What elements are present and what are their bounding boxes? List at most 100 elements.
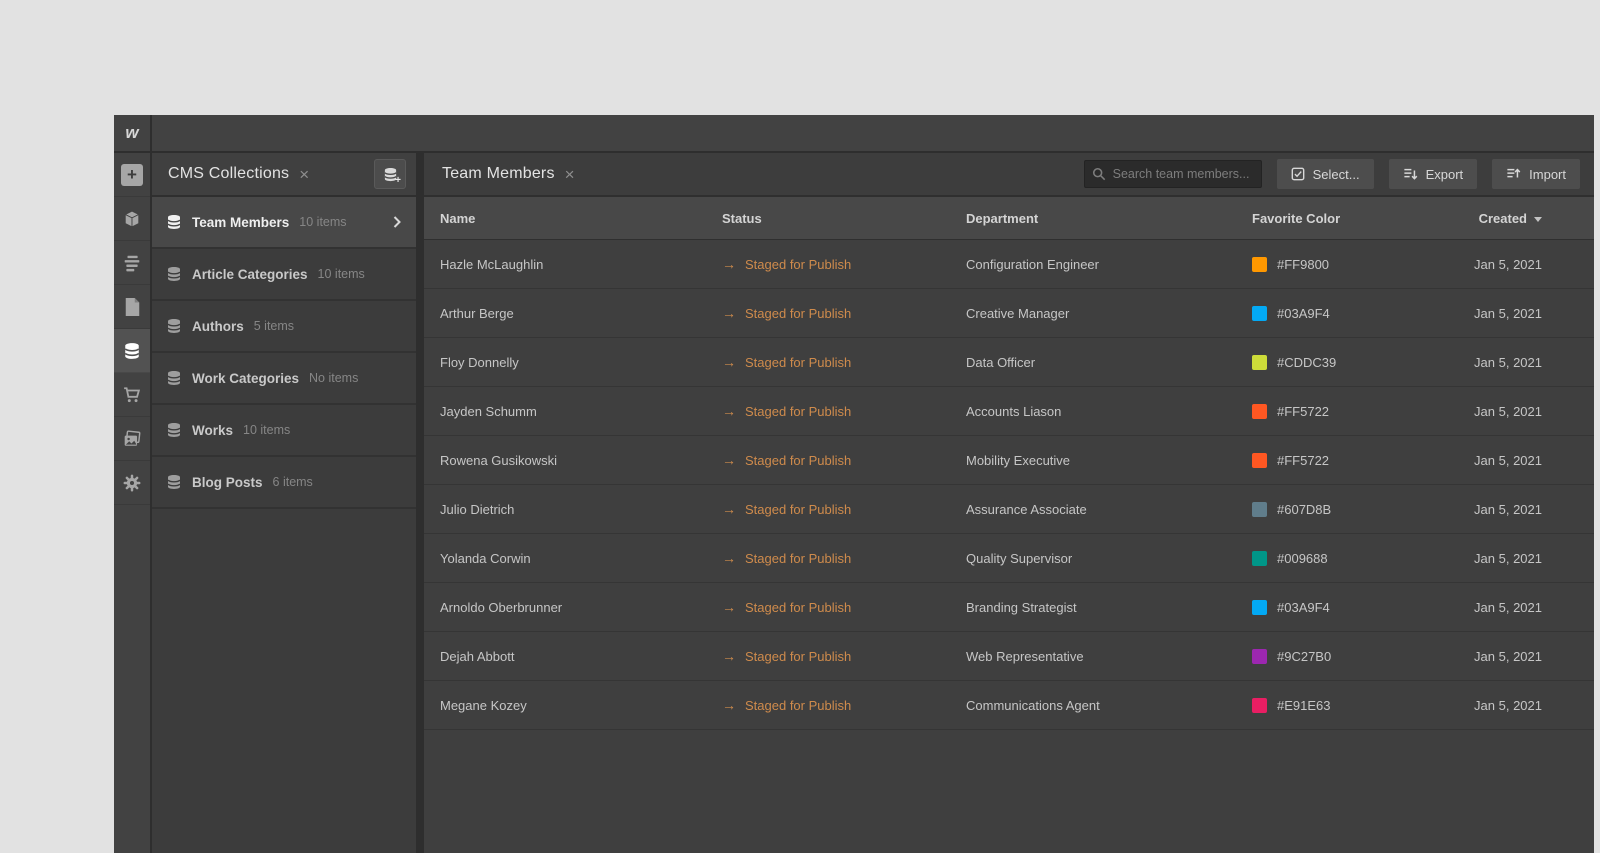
color-swatch [1252,256,1267,272]
member-name: Arthur Berge [440,305,514,321]
collection-item-count: 5 items [253,319,295,333]
add-collection-button[interactable]: + [374,159,406,189]
collection-title: Team Members [442,165,555,182]
color-hex: #FF5722 [1277,452,1330,468]
collection-list-item[interactable]: Team Members 10 items [152,197,416,249]
color-hex: #E91E63 [1277,697,1331,713]
created-date: Jan 5, 2021 [1474,550,1542,566]
components-cube-icon [124,210,140,228]
staged-arrow-icon: → [722,599,736,615]
color-swatch [1252,403,1267,419]
collection-list-item[interactable]: Authors 5 items [152,301,416,353]
member-department: Mobility Executive [966,452,1071,468]
member-name: Megane Kozey [440,697,527,713]
sidebar-item-assets[interactable] [114,417,150,461]
column-header-department[interactable]: Department [966,211,1252,226]
member-name: Julio Dietrich [440,501,515,517]
sidebar-item-components[interactable] [114,197,150,241]
table-row[interactable]: Floy Donnelly → Staged for Publish Data O… [424,338,1594,387]
sort-desc-icon [1534,216,1542,222]
table-row[interactable]: Jayden Schumm → Staged for Publish Accoun… [424,387,1594,436]
member-name: Yolanda Corwin [440,550,531,566]
search-input[interactable] [1083,160,1262,188]
color-swatch [1252,550,1267,566]
collection-item-count: 10 items [299,215,347,229]
created-date: Jan 5, 2021 [1474,697,1542,713]
database-icon [167,423,181,437]
table-row[interactable]: Arthur Berge → Staged for Publish Creativ… [424,289,1594,338]
table-row[interactable]: Dejah Abbott → Staged for Publish Web Rep… [424,632,1594,681]
table-header: Name Status Department Favorite Color Cr… [424,197,1594,240]
staged-arrow-icon: → [722,256,736,272]
staged-arrow-icon: → [722,354,736,370]
color-hex: #CDDC39 [1277,354,1337,370]
export-button[interactable]: Export [1388,159,1478,189]
sidebar-item-ecommerce[interactable] [114,373,150,417]
table-row[interactable]: Hazle McLaughlin → Staged for Publish Con… [424,240,1594,289]
created-date: Jan 5, 2021 [1474,452,1542,468]
color-hex: #607D8B [1277,501,1332,517]
panel-title: CMS Collections [168,165,290,182]
status-badge: → Staged for Publish [722,256,852,272]
database-icon [167,371,181,385]
designer-window: w + CMS Collections × + Team Members 10 … [114,115,1594,853]
collection-list-item[interactable]: Article Categories 10 items [152,249,416,301]
left-toolbar: + [114,153,152,853]
chevron-right-icon [393,216,401,228]
staged-arrow-icon: → [722,452,736,468]
cms-collections-panel: CMS Collections × + Team Members 10 item… [152,153,424,853]
color-swatch [1252,648,1267,664]
assets-images-icon [124,429,141,446]
member-name: Dejah Abbott [440,648,515,664]
panel-close-icon[interactable]: × [299,166,309,183]
collection-item-count: 10 items [243,423,291,437]
sidebar-item-cms[interactable] [114,329,150,373]
color-hex: #FF5722 [1277,403,1330,419]
favorite-color-cell: #FF9800 [1252,256,1424,272]
table-row[interactable]: Julio Dietrich → Staged for Publish Assur… [424,485,1594,534]
status-badge: → Staged for Publish [722,354,852,370]
webflow-logo-button[interactable]: w [114,115,152,151]
status-badge: → Staged for Publish [722,452,852,468]
add-icon: + [121,163,143,186]
status-badge: → Staged for Publish [722,697,852,713]
member-department: Accounts Liason [966,403,1062,419]
collection-close-icon[interactable]: × [565,166,575,183]
collection-list-item[interactable]: Works 10 items [152,405,416,457]
select-button[interactable]: Select... [1276,159,1374,189]
member-name: Jayden Schumm [440,403,537,419]
plus-badge-icon: + [395,175,401,186]
created-date: Jan 5, 2021 [1474,403,1542,419]
color-hex: #FF9800 [1277,256,1330,272]
column-header-created[interactable]: Created [1424,211,1542,226]
table-row[interactable]: Arnoldo Oberbrunner → Staged for Publish … [424,583,1594,632]
table-row[interactable]: Yolanda Corwin → Staged for Publish Quali… [424,534,1594,583]
collection-toolbar: Team Members × Select... [424,153,1594,197]
table-row[interactable]: Megane Kozey → Staged for Publish Communi… [424,681,1594,730]
favorite-color-cell: #CDDC39 [1252,354,1424,370]
collection-list-item[interactable]: Work Categories No items [152,353,416,405]
column-header-name[interactable]: Name [440,211,722,226]
collection-list-item[interactable]: Blog Posts 6 items [152,457,416,509]
favorite-color-cell: #607D8B [1252,501,1424,517]
import-button[interactable]: Import [1492,159,1580,189]
staged-arrow-icon: → [722,697,736,713]
collection-item-count: No items [309,371,359,385]
color-hex: #03A9F4 [1277,305,1330,321]
status-badge: → Staged for Publish [722,305,852,321]
favorite-color-cell: #009688 [1252,550,1424,566]
collection-name: Works [192,422,234,438]
created-date: Jan 5, 2021 [1474,501,1542,517]
staged-arrow-icon: → [722,501,736,517]
table-row[interactable]: Rowena Gusikowski → Staged for Publish Mo… [424,436,1594,485]
staged-arrow-icon: → [722,305,736,321]
sidebar-item-settings[interactable] [114,461,150,505]
sidebar-item-pages[interactable] [114,285,150,329]
collection-name: Blog Posts [192,474,263,490]
column-header-favorite-color[interactable]: Favorite Color [1252,211,1424,226]
column-header-status[interactable]: Status [722,211,966,226]
color-swatch [1252,599,1267,615]
sidebar-item-add-panel[interactable]: + [114,153,150,197]
sidebar-item-navigator[interactable] [114,241,150,285]
member-name: Rowena Gusikowski [440,452,558,468]
